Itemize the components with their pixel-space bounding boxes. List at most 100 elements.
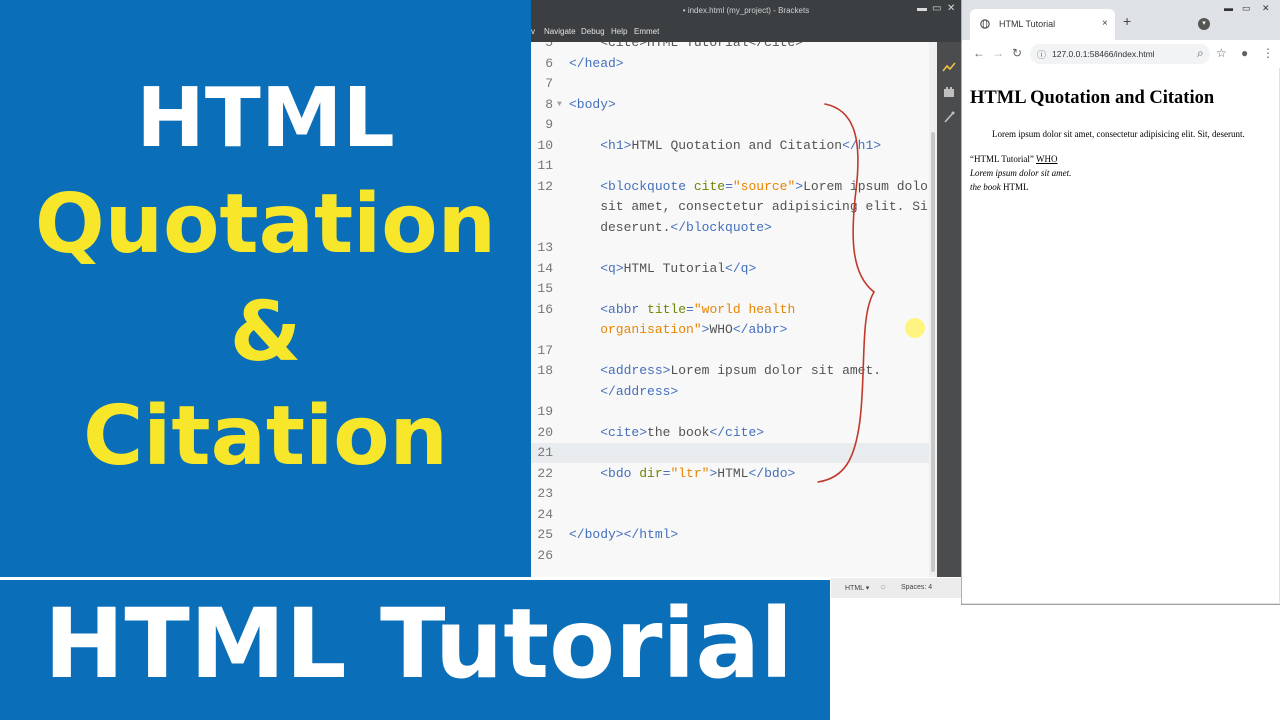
url-bar[interactable]: ⓘ 127.0.0.1:58466/index.html <box>1030 44 1210 64</box>
code-text: <abbr title="world health <box>569 300 795 320</box>
code-token: = <box>725 178 733 194</box>
line-number: 25 <box>537 527 553 542</box>
forward-button[interactable]: → <box>992 46 1004 60</box>
menu-help[interactable]: Help <box>611 27 627 36</box>
line-number: 16 <box>537 301 553 317</box>
editor-scrollbar[interactable] <box>929 42 937 577</box>
code-token: </body></html> <box>569 527 679 542</box>
editor-title: • index.html (my_project) - Brackets <box>682 6 810 15</box>
search-icon[interactable]: ⌕ <box>1197 46 1204 60</box>
line-number: 23 <box>537 486 553 501</box>
editor-scrollbar-thumb[interactable] <box>931 132 935 572</box>
code-text: </head> <box>569 54 624 74</box>
editor-titlebar: • index.html (my_project) - Brackets ▬ ▭… <box>531 0 961 22</box>
code-token: dir <box>639 465 663 481</box>
code-token: </head> <box>569 55 624 71</box>
banner-text: HTML Tutorial <box>44 588 794 700</box>
rendered-page: HTML Quotation and Citation Lorem ipsum … <box>962 68 1279 603</box>
code-token: </bdo> <box>748 465 796 481</box>
menu-view[interactable]: v <box>531 27 535 36</box>
fold-toggle-icon[interactable]: ▼ <box>557 95 562 115</box>
line-number: 26 <box>537 547 553 563</box>
menu-debug[interactable]: Debug <box>581 27 605 36</box>
account-icon[interactable]: ● <box>1241 46 1248 60</box>
profile-menu-icon[interactable]: ▾ <box>1198 18 1210 30</box>
line-number: 19 <box>537 404 553 419</box>
indent-setting[interactable]: Spaces: 4 <box>901 584 932 591</box>
code-line[interactable]: 6 </head> <box>531 54 929 74</box>
mouse-cursor-highlight <box>905 318 925 338</box>
bookmark-star-icon[interactable]: ☆ <box>1216 46 1227 60</box>
code-line[interactable]: 5 <cite>HTML Tutorial</cite> <box>531 42 929 53</box>
code-token: organisation" <box>569 322 702 337</box>
new-tab-button[interactable]: + <box>1123 14 1131 28</box>
tutorial-banner: HTML Tutorial <box>0 577 830 720</box>
extension-manager-icon[interactable] <box>941 85 957 101</box>
code-token: the book <box>647 424 710 440</box>
browser-minimize-button[interactable]: ▬ <box>1224 3 1233 13</box>
code-token: </q> <box>725 260 757 276</box>
red-brace-annotation <box>817 103 876 483</box>
line-number: 18 <box>537 363 553 378</box>
code-token: </abbr> <box>732 322 788 337</box>
page-cite: the book <box>970 182 1001 192</box>
browser-tab[interactable]: HTML Tutorial × <box>970 9 1115 40</box>
code-token: <bdo <box>600 465 640 481</box>
code-token: = <box>686 301 694 317</box>
back-button[interactable]: ← <box>973 46 985 60</box>
chrome-menu-icon[interactable]: ⋮ <box>1262 46 1274 60</box>
promo-title-html: HTML <box>136 71 395 166</box>
live-preview-icon[interactable] <box>941 60 957 76</box>
tab-title: HTML Tutorial <box>999 19 1056 29</box>
line-number: 12 <box>537 178 553 194</box>
tab-strip: HTML Tutorial × + ▾ ▬ ▭ ✕ <box>962 0 1280 40</box>
editor-maximize-button[interactable]: ▭ <box>932 3 941 14</box>
line-number: 15 <box>537 281 553 296</box>
code-text: </body></html> <box>569 525 678 545</box>
code-text: deserunt.</blockquote> <box>569 218 772 238</box>
page-bdo: HTML <box>1003 182 1029 192</box>
page-inline-line: “HTML Tutorial” WHO <box>970 154 1058 164</box>
line-number: 13 <box>537 240 553 255</box>
page-abbreviation[interactable]: WHO <box>1036 154 1058 164</box>
tab-close-icon[interactable]: × <box>1102 18 1108 29</box>
page-heading: HTML Quotation and Citation <box>970 88 1215 108</box>
url-text[interactable]: 127.0.0.1:58466/index.html <box>1052 49 1155 59</box>
code-line[interactable]: 25 </body></html> <box>531 525 929 545</box>
editor-close-button[interactable]: ✕ <box>947 3 955 14</box>
reload-button[interactable]: ↻ <box>1012 46 1022 60</box>
editor-minimize-button[interactable]: ▬ <box>917 3 927 14</box>
promo-title-quotation: Quotation <box>35 177 496 272</box>
site-info-icon[interactable]: ⓘ <box>1037 48 1046 61</box>
code-token: </blockquote> <box>670 219 772 235</box>
code-token: HTML Tutorial <box>623 260 726 276</box>
browser-maximize-button[interactable]: ▭ <box>1242 3 1251 14</box>
promo-panel: HTML Quotation & Citation <box>0 0 531 577</box>
browser-close-button[interactable]: ✕ <box>1262 3 1270 14</box>
quick-edit-icon[interactable] <box>941 110 957 126</box>
line-number: 17 <box>537 342 553 358</box>
code-line[interactable]: 24 <box>531 505 929 525</box>
globe-icon <box>980 19 990 29</box>
linter-status-icon[interactable]: ○ <box>880 582 886 593</box>
menu-emmet[interactable]: Emmet <box>634 27 659 36</box>
promo-title-citation: Citation <box>83 389 448 484</box>
line-number: 24 <box>537 506 553 522</box>
line-number: 20 <box>537 424 553 440</box>
language-selector[interactable]: HTML ▾ <box>845 584 869 592</box>
code-text: <q>HTML Tutorial</q> <box>569 259 756 279</box>
line-number: 22 <box>537 465 553 481</box>
line-number: 6 <box>545 55 553 71</box>
code-line[interactable]: 26 <box>531 546 929 566</box>
page-quote: “HTML Tutorial” <box>970 154 1034 164</box>
code-text: <cite>the book</cite> <box>569 423 764 443</box>
code-token: <h1> <box>600 137 632 153</box>
code-line[interactable]: 7 <box>531 74 929 94</box>
line-number: 21 <box>537 445 553 460</box>
menu-navigate[interactable]: Navigate <box>544 27 576 36</box>
chrome-browser-window: HTML Tutorial × + ▾ ▬ ▭ ✕ ← → ↻ ⓘ 127.0.… <box>961 0 1280 605</box>
code-text: <bdo dir="ltr">HTML</bdo> <box>569 464 795 484</box>
